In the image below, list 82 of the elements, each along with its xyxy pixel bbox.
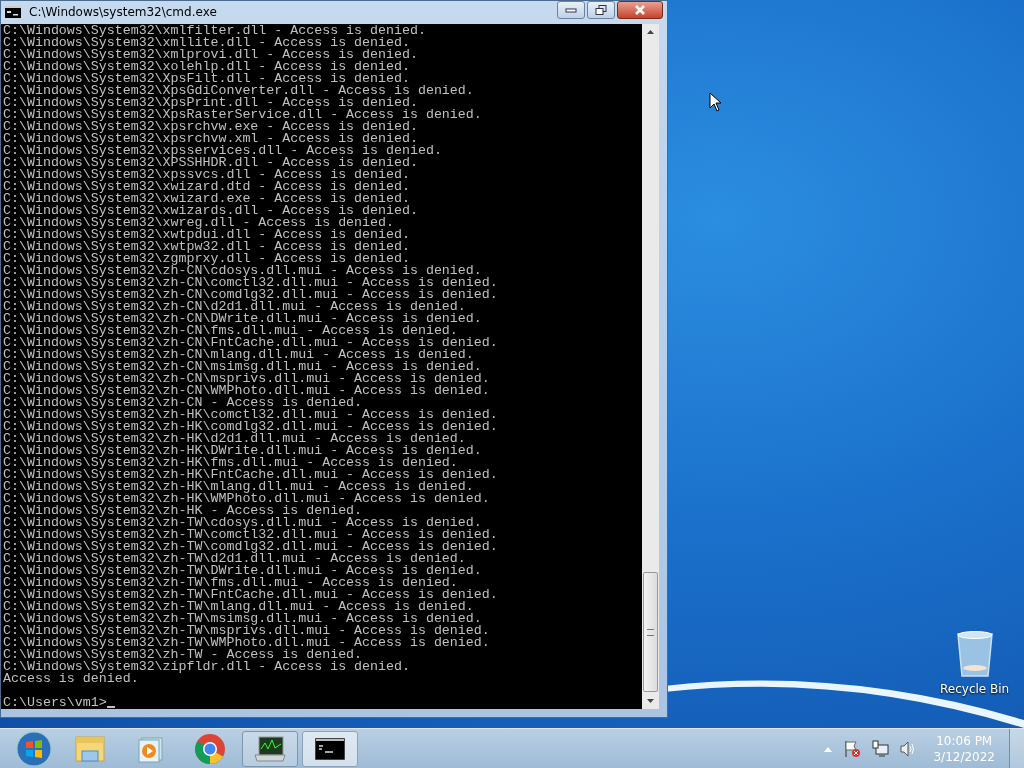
console-line: C:\Windows\System32\zh-HK\comctl32.dll.mui - Access is denied. [3,409,499,421]
text-cursor [106,706,115,708]
console-line: C:\Windows\System32\zipfldr.dll - Access is denied. [3,661,411,673]
console-line: C:\Windows\System32\zh-TW\WMPhoto.dll.mui - Access is denied. [3,637,491,649]
console-line: C:\Windows\System32\zh-CN\mlang.dll.mui - Access is denied. [3,349,474,361]
taskbar-button[interactable] [242,730,298,767]
console-line: C:\Windows\System32\zh-CN\comdlg32.dll.mui - Access is denied. [3,289,499,301]
scroll-thumb[interactable] [643,572,658,692]
command-prompt: C:\Users\vm1> [3,697,107,709]
media-player-icon [136,734,164,763]
console-line: C:\Windows\System32\zh-HK\mlang.dll.mui - Access is denied. [3,481,474,493]
console-line: C:\Windows\System32\xmlprovi.dll - Access is denied. [3,49,419,61]
console-line: C:\Windows\System32\zh-HK\d2d1.dll.mui - Access is denied. [3,433,466,445]
show-desktop-button[interactable] [1009,728,1024,768]
console-line: C:\Windows\System32\zh-CN\msprivs.dll.mui - Access is denied. [3,373,491,385]
console-line: C:\Windows\System32\zh-HK - Access is denied. [3,505,363,517]
console-line: C:\Windows\System32\xmllite.dll - Access is denied. [3,37,410,49]
console-line: C:\Windows\System32\zh-TW - Access is denied. [3,649,363,661]
flag-icon[interactable] [843,739,862,758]
taskbar-button[interactable] [302,730,358,767]
close-button[interactable] [617,1,663,19]
console-line: C:\Windows\System32\XpsPrint.dll - Access is denied. [3,97,419,109]
console-line: C:\Windows\System32\xpssvcs.dll - Access is denied. [3,169,411,181]
window-title: C:\Windows\system32\cmd.exe [29,5,217,19]
restore-icon [595,5,607,15]
console-line: C:\Windows\System32\zh-TW\comdlg32.dll.mui - Access is denied. [3,541,499,553]
console-line: C:\Windows\System32\xwizards.dll - Access is denied. [3,205,419,217]
console-line: C:\Windows\System32\xwtpw32.dll - Access is denied. [3,241,411,253]
recycle-bin-icon[interactable] [954,630,995,678]
scrollbar[interactable] [642,24,659,709]
console-line: C:\Windows\System32\zh-TW\d2d1.dll.mui - Access is denied. [3,553,466,565]
console-line: C:\Windows\System32\zh-TW\comctl32.dll.mui - Access is denied. [3,529,499,541]
browser-icon [194,732,226,765]
console-icon [5,6,21,18]
console-line: C:\Windows\System32\zh-CN\cdosys.dll.mui - Access is denied. [3,265,482,277]
folder-icon [74,734,106,763]
console-line: C:\Windows\System32\zh-CN\FntCache.dll.mui - Access is denied. [3,337,499,349]
console-line: C:\Windows\System32\XpsGdiConverter.dll - Access is denied. [3,85,475,97]
console-line: C:\Windows\System32\zgmprxy.dll - Access is denied. [3,253,410,265]
console-line: C:\Windows\System32\xwtpdui.dll - Access is denied. [3,229,411,241]
console-icon [315,737,345,760]
console-line: C:\Windows\System32\zh-CN\DWrite.dll.mui - Access is denied. [3,313,483,325]
console-line: C:\Windows\System32\zh-TW\cdosys.dll.mui - Access is denied. [3,517,482,529]
console-line: C:\Windows\System32\xpsrchvw.exe - Access is denied. [3,121,419,133]
console-line: C:\Windows\System32\xwizard.dtd - Access is denied. [3,181,411,193]
console-line: C:\Windows\System32\zh-TW\DWrite.dll.mui - Access is denied. [3,565,483,577]
icon-label[interactable]: Recycle Bin [940,682,1010,696]
console-line: C:\Windows\System32\zh-TW\FntCache.dll.mui - Access is denied. [3,589,499,601]
console-line: C:\Windows\System32\zh-CN\fms.dll.mui - Access is denied. [3,325,458,337]
console-line: C:\Windows\System32\zh-CN - Access is denied. [3,397,363,409]
console-line: C:\Windows\System32\xwreg.dll - Access is denied. [3,217,394,229]
console-line: C:\Windows\System32\XPSSHHDR.dll - Access is denied. [3,157,419,169]
windows-logo-icon [16,730,52,767]
console-line: C:\Windows\System32\zh-TW\mlang.dll.mui - Access is denied. [3,601,474,613]
console-line: C:\Windows\System32\zh-CN\WMPhoto.dll.mui - Access is denied. [3,385,491,397]
close-icon [634,5,646,15]
console-line: C:\Windows\System32\xolehlp.dll - Access is denied. [3,61,411,73]
console-line: C:\Windows\System32\zh-HK\DWrite.dll.mui - Access is denied. [3,445,483,457]
clock-time: 10:06 PM [936,732,993,749]
mouse-pointer-icon [709,92,723,112]
console-line: C:\Windows\System32\zh-TW\fms.dll.mui - Access is denied. [3,577,458,589]
console-line: C:\Windows\System32\zh-HK\FntCache.dll.mui - Access is denied. [3,469,499,481]
console-line: C:\Windows\System32\zh-CN\comctl32.dll.mui - Access is denied. [3,277,499,289]
console-line: C:\Windows\System32\xpsrchvw.xml - Access is denied. [3,133,418,145]
console-line: Access is denied. [3,673,139,685]
console-line: C:\Windows\System32\zh-HK\WMPhoto.dll.mui - Access is denied. [3,493,491,505]
restore-button[interactable] [587,1,615,19]
console-line: C:\Windows\System32\zh-TW\msimsg.dll.mui - Access is denied. [3,613,482,625]
console-line: C:\Windows\System32\zh-CN\d2d1.dll.mui - Access is denied. [3,301,466,313]
monitor-icon [253,734,287,763]
console-line: C:\Windows\System32\zh-CN\msimsg.dll.mui - Access is denied. [3,361,482,373]
console-line: C:\Windows\System32\zh-TW\msprivs.dll.mui - Access is denied. [3,625,491,637]
console-line: C:\Windows\System32\XpsFilt.dll - Access is denied. [3,73,411,85]
console-line: C:\Windows\System32\XpsRasterService.dll - Access is denied. [3,109,483,121]
console-line: C:\Windows\System32\zh-HK\comdlg32.dll.mui - Access is denied. [3,421,499,433]
network-icon[interactable] [871,739,890,758]
console-line: C:\Windows\System32\xpsservices.dll - Access is denied. [3,145,443,157]
console-line: C:\Windows\System32\zh-HK\fms.dll.mui - Access is denied. [3,457,458,469]
console-line: C:\Windows\System32\xmlfilter.dll - Access is denied. [3,25,427,37]
clock-date: 3/12/2022 [933,748,995,765]
minimize-icon [565,7,577,13]
console-line: C:\Windows\System32\xwizard.exe - Access is denied. [3,193,410,205]
